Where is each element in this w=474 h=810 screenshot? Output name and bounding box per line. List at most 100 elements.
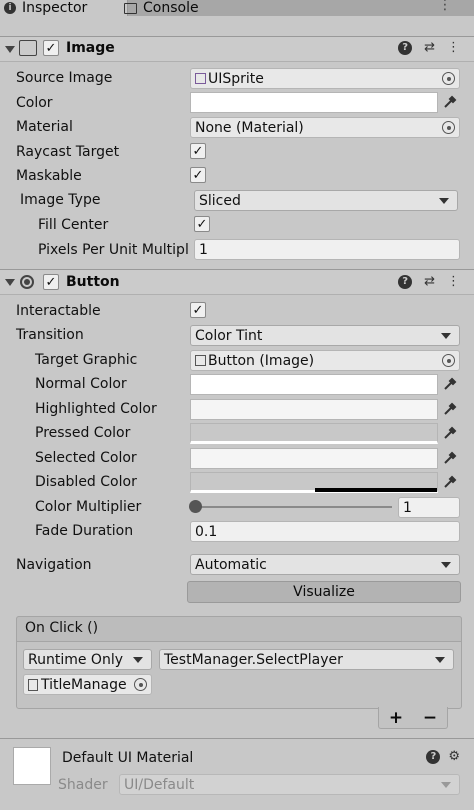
object-picker-icon[interactable]	[442, 121, 455, 134]
target-graphic-value: Button (Image)	[208, 352, 315, 369]
runtime-value: Runtime Only	[28, 651, 123, 668]
image-icon	[195, 355, 206, 366]
help-icon[interactable]: ?	[398, 274, 413, 289]
image-type-value: Sliced	[199, 192, 241, 209]
eyedropper-icon[interactable]	[442, 425, 458, 441]
function-dropdown[interactable]: TestManager.SelectPlayer	[159, 649, 454, 670]
onclick-title: On Click ()	[25, 620, 99, 636]
button-component-icon	[20, 275, 34, 289]
preset-icon[interactable]: ⇄	[424, 40, 435, 55]
more-icon[interactable]: ⋮	[438, 0, 452, 13]
console-icon	[124, 2, 137, 14]
material-name: Default UI Material	[62, 750, 194, 766]
help-icon[interactable]: ?	[398, 40, 413, 55]
object-picker-icon[interactable]	[442, 354, 455, 367]
tab-inspector[interactable]: i Inspector	[0, 0, 128, 16]
tab-console[interactable]: Console	[116, 0, 199, 16]
highlighted-color-field[interactable]	[190, 399, 438, 420]
chevron-down-icon	[441, 562, 451, 568]
eyedropper-icon[interactable]	[442, 94, 458, 110]
maskable-checkbox[interactable]: ✓	[190, 167, 206, 183]
ppu-input[interactable]: 1	[194, 239, 460, 260]
interactable-label: Interactable	[16, 303, 101, 319]
add-button[interactable]: +	[389, 708, 403, 728]
navigation-label: Navigation	[16, 557, 92, 573]
color-multiplier-label: Color Multiplier	[35, 499, 142, 515]
more-icon[interactable]: ⋮	[447, 274, 460, 289]
normal-color-label: Normal Color	[35, 376, 127, 392]
target-graphic-label: Target Graphic	[35, 352, 138, 368]
eyedropper-icon[interactable]	[442, 401, 458, 417]
image-component-icon	[19, 40, 37, 56]
source-image-value: UISprite	[208, 70, 264, 87]
sprite-icon	[195, 73, 206, 84]
fade-duration-label: Fade Duration	[35, 523, 134, 539]
selected-color-label: Selected Color	[35, 450, 137, 466]
list-controls: + −	[378, 707, 448, 729]
gear-icon[interactable]: ⚙	[448, 749, 460, 764]
color-multiplier-input[interactable]: 1	[398, 497, 460, 518]
color-field[interactable]	[190, 92, 438, 113]
chevron-down-icon	[441, 782, 451, 788]
fold-arrow-icon[interactable]	[5, 46, 15, 53]
pressed-color-field[interactable]	[190, 423, 438, 444]
chevron-down-icon	[133, 657, 143, 663]
shader-value: UI/Default	[124, 776, 195, 793]
material-value: None (Material)	[195, 119, 304, 136]
eyedropper-icon[interactable]	[442, 376, 458, 392]
preset-icon[interactable]: ⇄	[424, 274, 435, 289]
tab-inspector-label: Inspector	[22, 0, 88, 16]
raycast-target-label: Raycast Target	[16, 144, 120, 160]
eyedropper-icon[interactable]	[442, 450, 458, 466]
selected-color-field[interactable]	[190, 448, 438, 469]
navigation-dropdown[interactable]: Automatic	[190, 554, 460, 575]
visualize-button[interactable]: Visualize	[187, 581, 461, 603]
interactable-checkbox[interactable]: ✓	[190, 302, 206, 318]
remove-button[interactable]: −	[423, 708, 437, 728]
color-multiplier-handle[interactable]	[189, 500, 202, 513]
script-icon	[28, 678, 38, 691]
transition-value: Color Tint	[195, 327, 263, 344]
material-field[interactable]: None (Material)	[190, 117, 460, 138]
fill-center-label: Fill Center	[38, 217, 109, 233]
eyedropper-icon[interactable]	[442, 474, 458, 490]
color-label: Color	[16, 95, 53, 111]
pressed-color-label: Pressed Color	[35, 425, 131, 441]
runtime-dropdown[interactable]: Runtime Only	[23, 649, 152, 670]
transition-dropdown[interactable]: Color Tint	[190, 325, 460, 346]
color-multiplier-track[interactable]	[196, 506, 392, 508]
chevron-down-icon	[435, 657, 445, 663]
object-field[interactable]: TitleManage	[23, 674, 152, 695]
function-value: TestManager.SelectPlayer	[164, 651, 343, 668]
normal-color-field[interactable]	[190, 374, 438, 395]
disabled-color-label: Disabled Color	[35, 474, 137, 490]
image-type-label: Image Type	[20, 192, 101, 208]
image-enabled-checkbox[interactable]: ✓	[43, 40, 59, 56]
fill-center-checkbox[interactable]: ✓	[194, 216, 210, 232]
material-header-icons: ? ⚙	[426, 749, 460, 764]
chevron-down-icon	[439, 198, 449, 204]
help-icon[interactable]: ?	[426, 749, 441, 764]
fade-duration-input[interactable]: 0.1	[190, 521, 460, 542]
button-component-title: Button	[66, 274, 120, 290]
more-icon[interactable]: ⋮	[447, 40, 460, 55]
object-picker-icon[interactable]	[134, 678, 147, 691]
highlighted-color-label: Highlighted Color	[35, 401, 157, 417]
material-label: Material	[16, 119, 73, 135]
object-picker-icon[interactable]	[442, 72, 455, 85]
button-enabled-checkbox[interactable]: ✓	[43, 274, 59, 290]
disabled-alpha-bar	[315, 488, 437, 492]
raycast-target-checkbox[interactable]: ✓	[190, 143, 206, 159]
button-header-icons: ? ⇄ ⋮	[398, 274, 460, 289]
chevron-down-icon	[441, 333, 451, 339]
target-graphic-field[interactable]: Button (Image)	[190, 350, 460, 371]
tab-console-label: Console	[143, 0, 199, 16]
shader-dropdown[interactable]: UI/Default	[119, 774, 460, 795]
image-component-title: Image	[66, 40, 115, 56]
maskable-label: Maskable	[16, 168, 82, 184]
shader-label: Shader	[58, 777, 108, 793]
image-type-dropdown[interactable]: Sliced	[194, 190, 458, 211]
ppu-label: Pixels Per Unit Multipl	[38, 242, 189, 258]
fold-arrow-icon[interactable]	[5, 279, 15, 286]
source-image-field[interactable]: UISprite	[190, 68, 460, 89]
